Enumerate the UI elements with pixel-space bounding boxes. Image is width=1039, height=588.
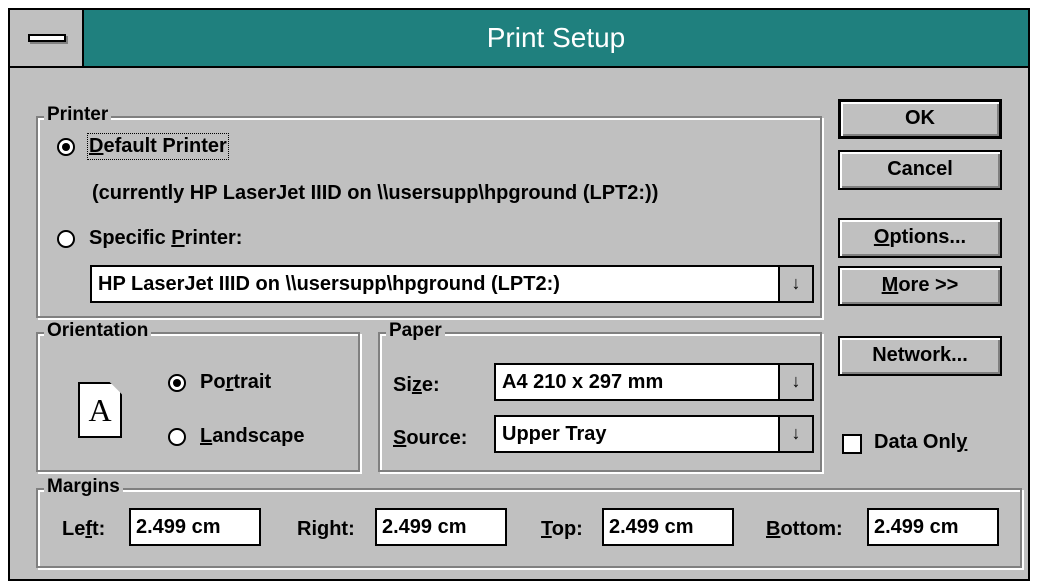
- current-printer-text: (currently HP LaserJet IIID on \\usersup…: [92, 182, 659, 204]
- portrait-label[interactable]: Portrait: [200, 371, 271, 394]
- network-button[interactable]: Network...: [838, 336, 1002, 376]
- margin-top-input[interactable]: 2.499 cm: [602, 508, 734, 546]
- options-button[interactable]: Options...: [838, 218, 1002, 258]
- more-button[interactable]: More >>: [838, 266, 1002, 306]
- system-menu-button[interactable]: [10, 10, 84, 66]
- dialog-title: Print Setup: [486, 22, 626, 53]
- margin-left-label: Left:: [62, 518, 106, 540]
- print-setup-dialog: Print Setup Printer Default Printer (cur…: [8, 8, 1030, 581]
- default-printer-radio[interactable]: [57, 138, 75, 156]
- system-menu-icon: [28, 34, 66, 42]
- paper-size-label: Size:: [393, 374, 440, 396]
- paper-source-select[interactable]: Upper Tray ↓: [494, 415, 814, 453]
- margin-left-input[interactable]: 2.499 cm: [129, 508, 261, 546]
- data-only-label[interactable]: Data Only: [874, 431, 967, 454]
- paper-legend: Paper: [386, 320, 445, 342]
- portrait-radio[interactable]: [168, 374, 186, 392]
- data-only-checkbox[interactable]: [842, 434, 862, 454]
- default-printer-label[interactable]: Default Printer: [87, 133, 229, 160]
- margin-top-label: Top:: [541, 518, 583, 540]
- specific-printer-label[interactable]: Specific Printer:: [89, 227, 242, 250]
- printer-legend: Printer: [44, 104, 112, 126]
- landscape-radio[interactable]: [168, 428, 186, 446]
- margin-right-label: Right:: [297, 518, 355, 540]
- ok-button[interactable]: OK: [838, 99, 1002, 139]
- orientation-page-icon: A: [78, 382, 122, 438]
- paper-source-label: Source:: [393, 427, 468, 449]
- margin-bottom-input[interactable]: 2.499 cm: [867, 508, 999, 546]
- margin-right-input[interactable]: 2.499 cm: [375, 508, 507, 546]
- specific-printer-value: HP LaserJet IIID on \\usersupp\hpground …: [98, 273, 560, 295]
- specific-printer-select[interactable]: HP LaserJet IIID on \\usersupp\hpground …: [90, 265, 814, 303]
- landscape-label[interactable]: Landscape: [200, 425, 304, 448]
- paper-source-value: Upper Tray: [502, 423, 607, 445]
- paper-size-select[interactable]: A4 210 x 297 mm ↓: [494, 363, 814, 401]
- dropdown-arrow-icon[interactable]: ↓: [778, 267, 812, 301]
- cancel-button[interactable]: Cancel: [838, 150, 1002, 190]
- margins-legend: Margins: [44, 476, 123, 498]
- margin-bottom-label: Bottom:: [766, 518, 843, 540]
- specific-printer-radio[interactable]: [57, 230, 75, 248]
- orientation-legend: Orientation: [44, 320, 152, 342]
- title-bar: Print Setup: [10, 10, 1028, 68]
- dropdown-arrow-icon[interactable]: ↓: [778, 365, 812, 399]
- dropdown-arrow-icon[interactable]: ↓: [778, 417, 812, 451]
- paper-size-value: A4 210 x 297 mm: [502, 371, 664, 393]
